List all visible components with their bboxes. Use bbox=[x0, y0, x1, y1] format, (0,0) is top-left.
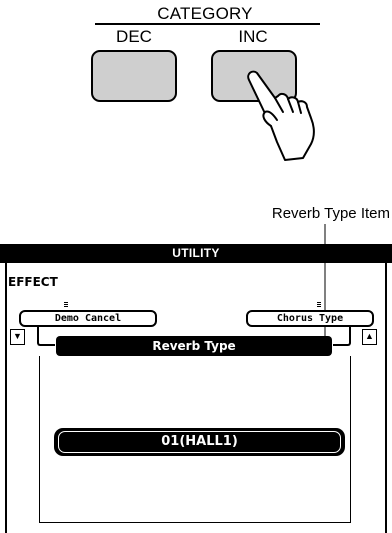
current-value-text: 01(HALL1) bbox=[58, 431, 341, 453]
previous-item-demo-cancel: Demo Cancel bbox=[19, 310, 157, 327]
item-indicator-tick bbox=[317, 302, 321, 307]
display-title-bar: UTILITY bbox=[0, 244, 392, 263]
scroll-up-icon: ▲ bbox=[362, 329, 377, 345]
display-right-edge bbox=[385, 263, 387, 533]
display-left-edge bbox=[5, 263, 7, 533]
item-indicator-tick bbox=[64, 302, 68, 307]
scroll-down-icon: ▼ bbox=[10, 329, 25, 345]
current-value-display: 01(HALL1) bbox=[54, 428, 345, 456]
current-item-reverb-type: Reverb Type bbox=[56, 336, 332, 356]
effect-section-label: EFFECT bbox=[8, 275, 58, 289]
right-connector bbox=[333, 326, 351, 346]
next-item-chorus-type: Chorus Type bbox=[246, 310, 374, 327]
left-connector bbox=[37, 326, 55, 346]
